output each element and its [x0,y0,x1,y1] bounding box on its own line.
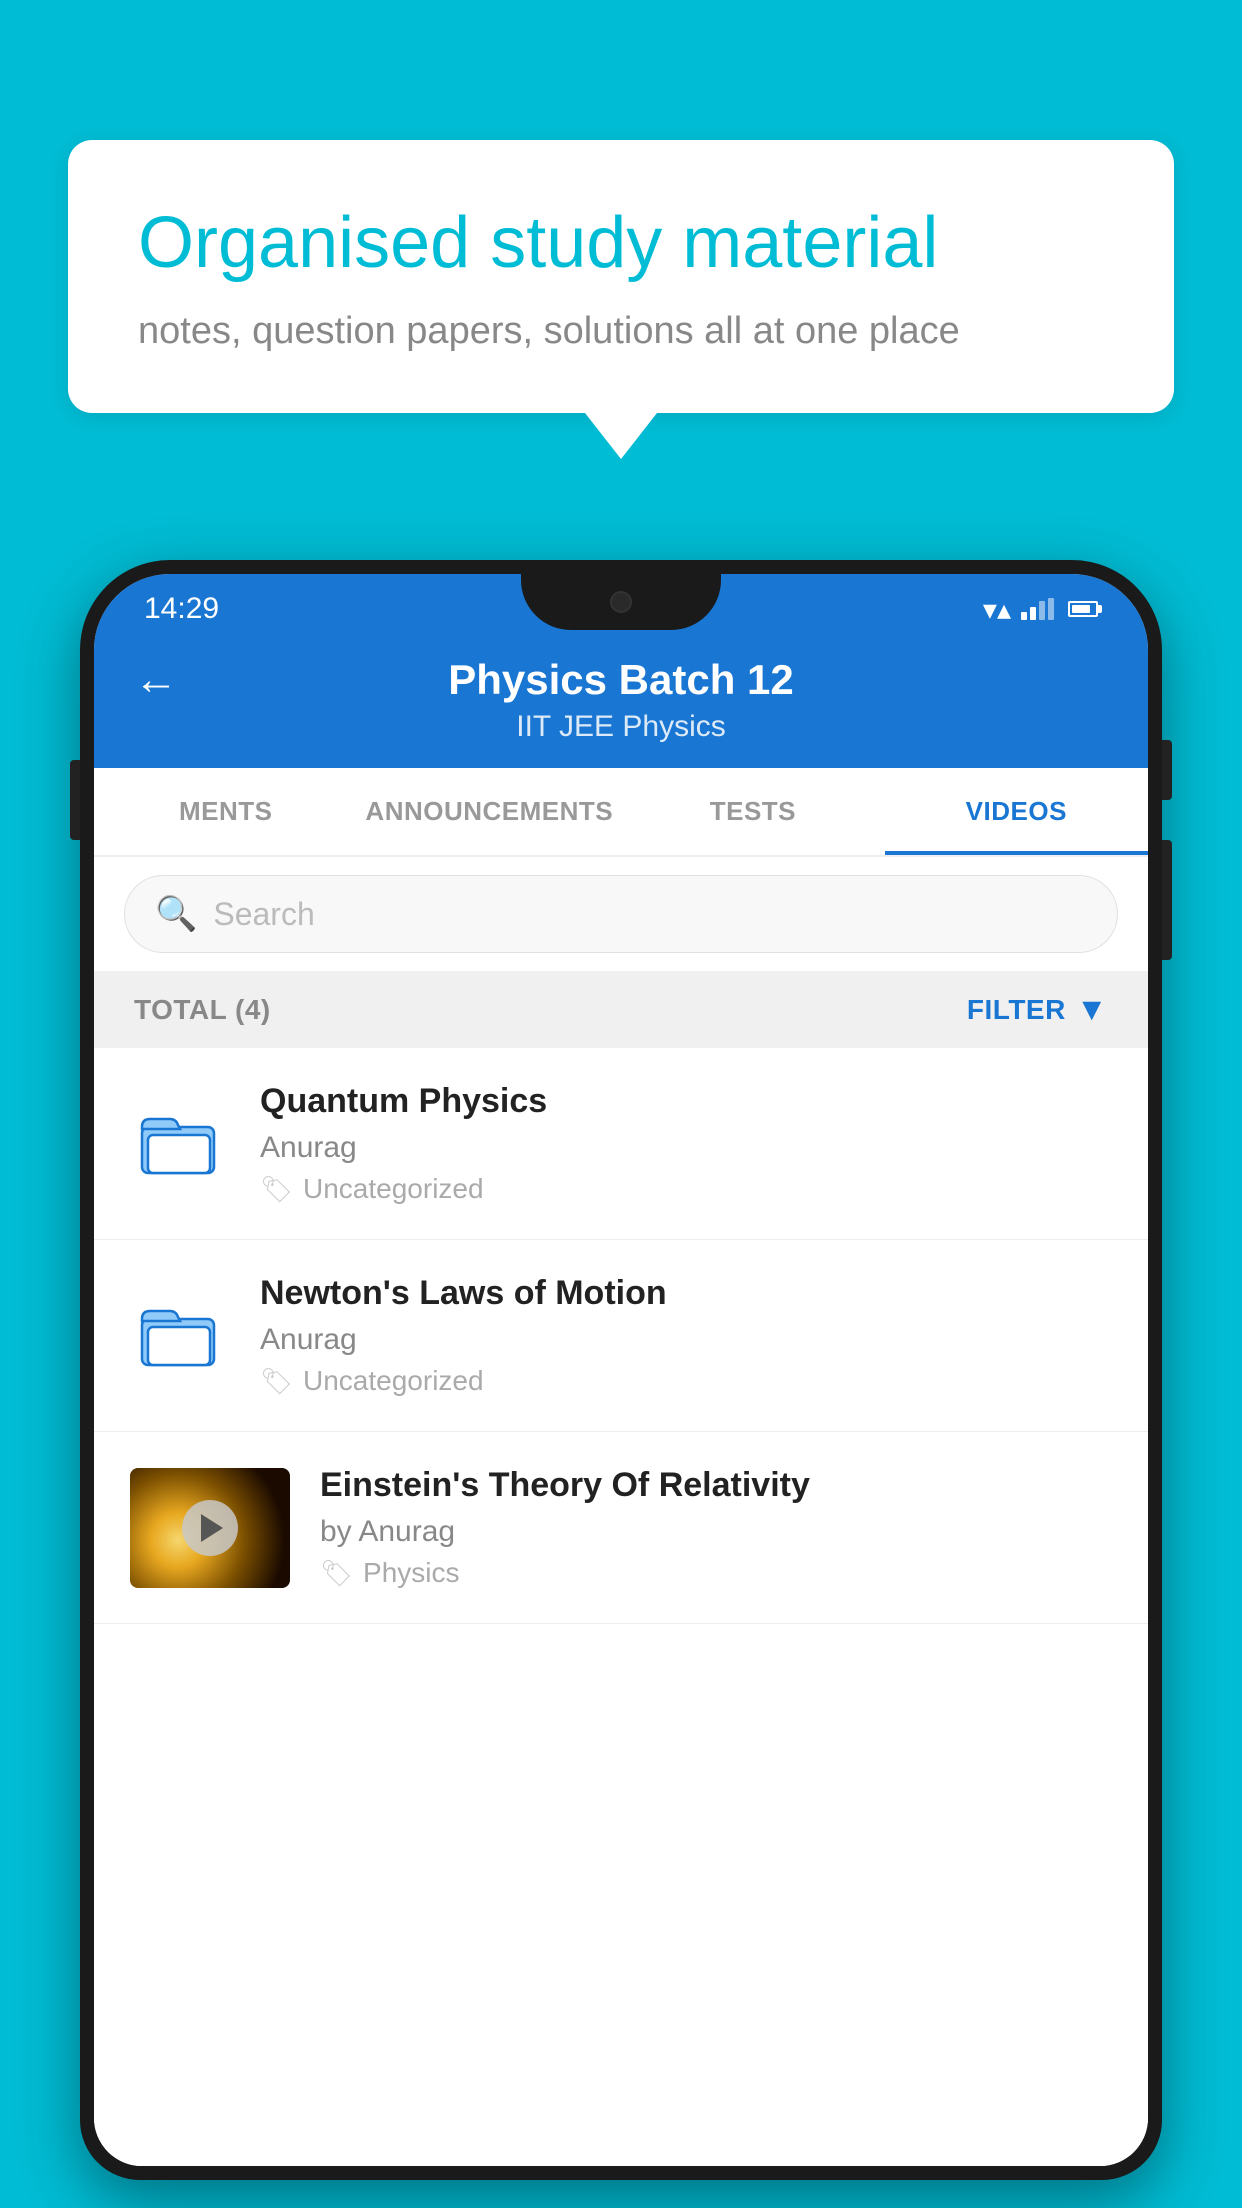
signal-icon [1021,598,1054,620]
tag-icon: 🏷 [320,1558,353,1589]
bubble-subtitle: notes, question papers, solutions all at… [138,310,1104,353]
search-bar[interactable]: 🔍 Search [124,875,1118,953]
speech-bubble-wrapper: Organised study material notes, question… [68,140,1174,459]
item-info: Quantum Physics Anurag 🏷 Uncategorized [260,1082,1112,1205]
play-triangle-icon [201,1514,223,1542]
folder-icon [140,1296,220,1376]
tag-icon: 🏷 [260,1366,293,1397]
item-tag: 🏷 Uncategorized [260,1365,1112,1397]
camera [610,591,632,613]
video-list: Quantum Physics Anurag 🏷 Uncategorized [94,1048,1148,2166]
item-title: Einstein's Theory Of Relativity [320,1466,1112,1505]
bubble-title: Organised study material [138,200,1104,286]
tab-tests[interactable]: TESTS [621,768,884,855]
battery-icon [1068,601,1098,617]
item-tag: 🏷 Uncategorized [260,1173,1112,1205]
tag-icon: 🏷 [260,1174,293,1205]
speech-bubble-arrow [585,413,657,459]
item-author: Anurag [260,1323,1112,1357]
search-icon: 🔍 [155,894,197,934]
item-tag: 🏷 Physics [320,1557,1112,1589]
tab-ments[interactable]: MENTS [94,768,357,855]
power-button [1162,740,1172,800]
tabs-bar: MENTS ANNOUNCEMENTS TESTS VIDEOS [94,768,1148,857]
item-title: Newton's Laws of Motion [260,1274,1112,1313]
phone-screen: 14:29 ▾▴ ← Physics [94,574,1148,2166]
list-item[interactable]: Quantum Physics Anurag 🏷 Uncategorized [94,1048,1148,1240]
volume-button [70,760,80,840]
phone-wrapper: 14:29 ▾▴ ← Physics [80,560,1162,2208]
filter-button[interactable]: FILTER ▼ [967,991,1108,1028]
status-icons: ▾▴ [983,593,1098,626]
search-container: 🔍 Search [94,857,1148,971]
item-author: Anurag [260,1131,1112,1165]
video-thumbnail [130,1468,290,1588]
wifi-icon: ▾▴ [983,593,1011,626]
tab-announcements[interactable]: ANNOUNCEMENTS [357,768,621,855]
play-button[interactable] [182,1500,238,1556]
header-subtitle: IIT JEE Physics [516,710,726,744]
speech-bubble: Organised study material notes, question… [68,140,1174,413]
item-title: Quantum Physics [260,1082,1112,1121]
filter-bar: TOTAL (4) FILTER ▼ [94,971,1148,1048]
item-info: Einstein's Theory Of Relativity by Anura… [320,1466,1112,1589]
total-count: TOTAL (4) [134,994,271,1026]
phone-outer: 14:29 ▾▴ ← Physics [80,560,1162,2180]
item-info: Newton's Laws of Motion Anurag 🏷 Uncateg… [260,1274,1112,1397]
folder-icon [140,1104,220,1184]
list-item[interactable]: Einstein's Theory Of Relativity by Anura… [94,1432,1148,1624]
filter-icon: ▼ [1076,991,1108,1028]
notch [521,574,721,630]
filter-label: FILTER [967,994,1066,1026]
header-title: Physics Batch 12 [448,656,794,704]
list-item[interactable]: Newton's Laws of Motion Anurag 🏷 Uncateg… [94,1240,1148,1432]
folder-icon-wrap [130,1094,230,1194]
folder-icon-wrap [130,1286,230,1386]
search-placeholder: Search [213,896,314,933]
header-row: ← Physics Batch 12 [134,656,1108,704]
app-header: ← Physics Batch 12 IIT JEE Physics [94,636,1148,768]
tab-videos[interactable]: VIDEOS [885,768,1148,855]
item-author: by Anurag [320,1515,1112,1549]
back-button[interactable]: ← [134,655,178,705]
volume-down-button [1162,840,1172,960]
status-time: 14:29 [144,592,219,626]
